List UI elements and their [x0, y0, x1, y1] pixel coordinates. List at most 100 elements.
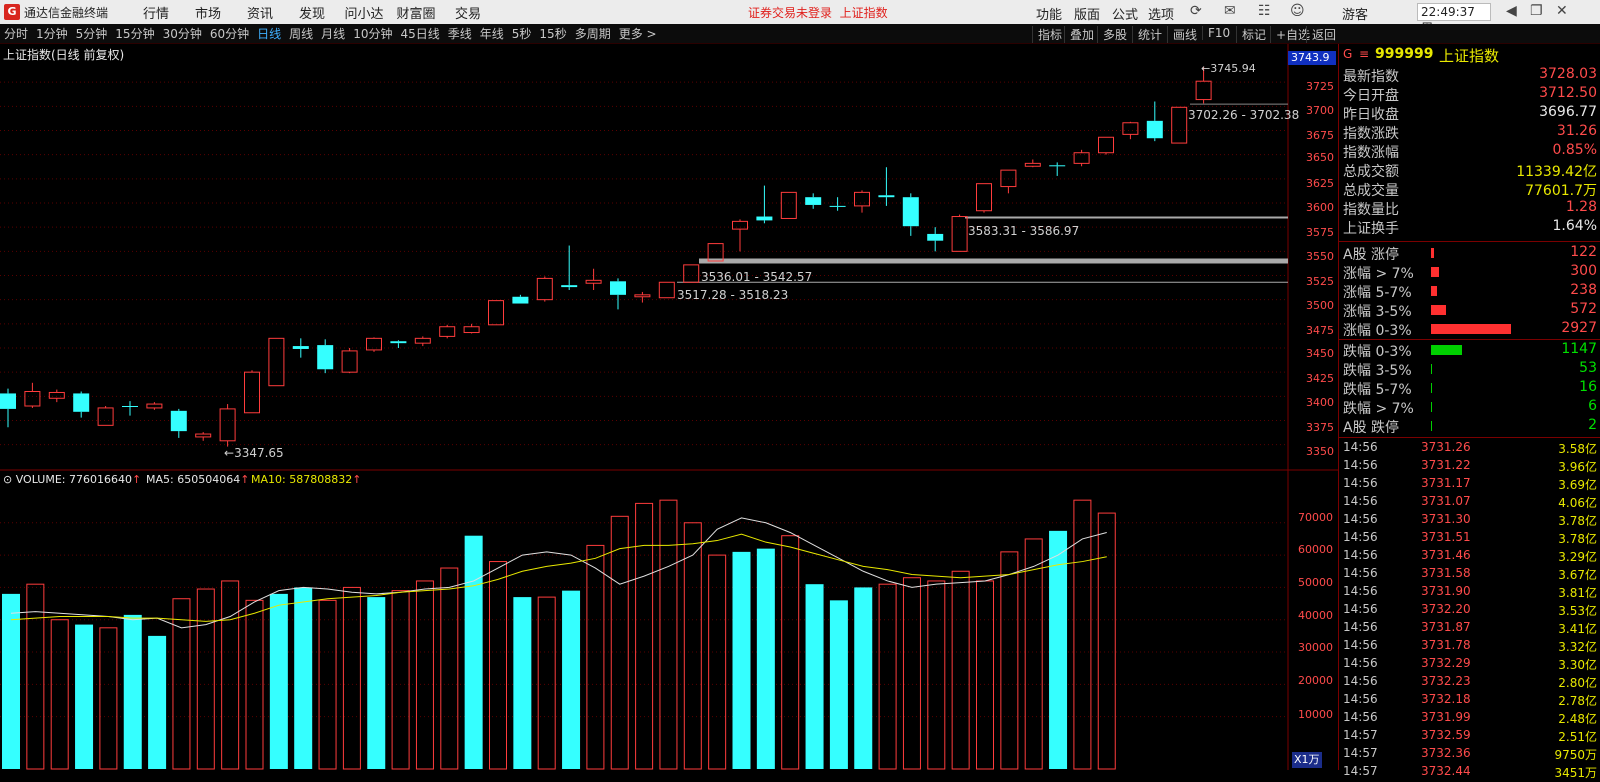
- candle-body: [951, 216, 968, 252]
- menu-icon[interactable]: ≡: [1359, 47, 1369, 61]
- tick-row[interactable]: 14:57 3732.59 2.51亿: [1339, 728, 1600, 746]
- quote-value: 11339.42亿: [1516, 164, 1597, 180]
- menu-discover[interactable]: 发现: [290, 3, 334, 22]
- tab-intraday[interactable]: 分时: [0, 25, 32, 42]
- tick-row[interactable]: 14:56 3731.30 3.78亿: [1339, 512, 1600, 530]
- tab-15min[interactable]: 15分钟: [111, 25, 158, 42]
- tick-price: 3731.30: [1421, 512, 1471, 526]
- breadth-row: 涨幅 3-5% 572: [1339, 301, 1600, 320]
- menu-formula[interactable]: 公式: [1112, 4, 1138, 23]
- tick-row[interactable]: 14:56 3731.22 3.96亿: [1339, 458, 1600, 476]
- tick-row[interactable]: 14:56 3731.17 3.69亿: [1339, 476, 1600, 494]
- tab-5sec[interactable]: 5秒: [508, 25, 536, 42]
- tick-row[interactable]: 14:56 3731.90 3.81亿: [1339, 584, 1600, 602]
- btn-statistics[interactable]: 统计: [1132, 26, 1162, 43]
- btn-multi-stock[interactable]: 多股: [1097, 26, 1127, 43]
- tab-monthly[interactable]: 月线: [317, 25, 349, 42]
- tab-daily[interactable]: 日线: [253, 25, 285, 42]
- menu-layout[interactable]: 版面: [1074, 4, 1100, 23]
- tick-row[interactable]: 14:56 3732.18 2.78亿: [1339, 692, 1600, 710]
- user-label[interactable]: 游客: [1342, 4, 1368, 23]
- login-warning[interactable]: 证券交易未登录 上证指数: [748, 4, 888, 21]
- breadth-row: 涨幅 0-3% 2927: [1339, 320, 1600, 339]
- tick-row[interactable]: 14:56 3731.78 3.32亿: [1339, 638, 1600, 656]
- tick-time: 14:56: [1343, 476, 1378, 490]
- tick-row[interactable]: 14:57 3732.36 9750万: [1339, 746, 1600, 764]
- btn-indicator[interactable]: 指标: [1032, 26, 1062, 43]
- kline-chart-svg[interactable]: [0, 44, 1338, 770]
- user-icon[interactable]: ☺: [1290, 3, 1305, 19]
- tick-amount: 2.48亿: [1558, 712, 1597, 726]
- tab-60min[interactable]: 60分钟: [206, 25, 253, 42]
- title-bar: G 通达信金融终端 行情 市场 资讯 发现 问小达 财富圈 交易 证券交易未登录…: [0, 0, 1600, 35]
- menu-ask[interactable]: 问小达: [342, 3, 386, 22]
- tick-row[interactable]: 14:56 3732.23 2.80亿: [1339, 674, 1600, 692]
- close-window-icon[interactable]: ✕: [1556, 3, 1568, 19]
- tick-time: 14:56: [1343, 548, 1378, 562]
- tab-1min[interactable]: 1分钟: [32, 25, 72, 42]
- tick-row[interactable]: 14:56 3731.51 3.78亿: [1339, 530, 1600, 548]
- tick-row[interactable]: 14:57 3732.44 3451万: [1339, 764, 1600, 782]
- volume-bar: [562, 590, 581, 769]
- menu-options[interactable]: 选项: [1148, 4, 1174, 23]
- volume-bar: [269, 593, 288, 769]
- price-tick: 3375: [1306, 421, 1334, 434]
- tick-amount: 3.67亿: [1558, 568, 1597, 582]
- chart-area[interactable]: 上证指数(日线 前复权) ←3745.94 ←3347.65 3702.26 -…: [0, 44, 1338, 770]
- btn-mark[interactable]: 标记: [1236, 26, 1266, 43]
- tick-price: 3732.23: [1421, 674, 1471, 688]
- tick-row[interactable]: 14:56 3731.26 3.58亿: [1339, 440, 1600, 458]
- tab-more[interactable]: 更多 >: [615, 25, 661, 42]
- btn-f10[interactable]: F10: [1202, 26, 1230, 40]
- app-logo-icon: G: [4, 4, 20, 20]
- contacts-icon[interactable]: ☷: [1258, 3, 1271, 19]
- menu-trade[interactable]: 交易: [446, 3, 490, 22]
- tick-price: 3732.20: [1421, 602, 1471, 616]
- btn-return[interactable]: 返回: [1306, 26, 1336, 43]
- volume-unit[interactable]: X1万: [1292, 752, 1322, 768]
- tick-row[interactable]: 14:56 3731.87 3.41亿: [1339, 620, 1600, 638]
- menu-wealth[interactable]: 财富圈: [394, 3, 438, 22]
- quote-label: 总成交量: [1343, 183, 1399, 199]
- refresh-icon[interactable]: ⟳: [1190, 3, 1202, 19]
- menu-function[interactable]: 功能: [1036, 4, 1062, 23]
- tab-15sec[interactable]: 15秒: [535, 25, 570, 42]
- menu-news[interactable]: 资讯: [238, 3, 282, 22]
- volume-bar: [708, 554, 727, 770]
- restore-window-icon[interactable]: ❐: [1530, 3, 1543, 19]
- breadth-bar: [1431, 324, 1511, 334]
- tick-row[interactable]: 14:56 3731.07 4.06亿: [1339, 494, 1600, 512]
- candle-body: [878, 195, 895, 198]
- btn-overlay[interactable]: 叠加: [1064, 26, 1094, 43]
- tick-row[interactable]: 14:56 3731.46 3.29亿: [1339, 548, 1600, 566]
- volume-bar: [415, 580, 434, 770]
- tick-row[interactable]: 14:56 3731.58 3.67亿: [1339, 566, 1600, 584]
- tick-row[interactable]: 14:56 3732.29 3.30亿: [1339, 656, 1600, 674]
- tick-row[interactable]: 14:56 3732.20 3.53亿: [1339, 602, 1600, 620]
- btn-add-watchlist[interactable]: +自选: [1270, 26, 1310, 43]
- volume-tick: 50000: [1298, 576, 1333, 589]
- tab-weekly[interactable]: 周线: [285, 25, 317, 42]
- volume-bar: [172, 598, 191, 770]
- back-arrow-icon[interactable]: ◀: [1506, 3, 1517, 19]
- menu-market[interactable]: 市场: [186, 3, 230, 22]
- message-icon[interactable]: ✉: [1224, 3, 1236, 19]
- tab-multi-period[interactable]: 多周期: [571, 25, 615, 42]
- quote-row: 总成交额 11339.42亿: [1339, 161, 1600, 180]
- tab-45day[interactable]: 45日线: [396, 25, 443, 42]
- security-code: 999999: [1375, 46, 1434, 62]
- tab-quarterly[interactable]: 季线: [444, 25, 476, 42]
- tab-10min[interactable]: 10分钟: [349, 25, 396, 42]
- tab-yearly[interactable]: 年线: [476, 25, 508, 42]
- tab-30min[interactable]: 30分钟: [159, 25, 206, 42]
- quote-row: 上证换手 1.64%: [1339, 218, 1600, 237]
- menu-quotes[interactable]: 行情: [134, 3, 178, 22]
- tick-time: 14:57: [1343, 746, 1378, 760]
- btn-draw-line[interactable]: 画线: [1167, 26, 1197, 43]
- breadth-value: 53: [1579, 360, 1597, 376]
- tab-5min[interactable]: 5分钟: [72, 25, 112, 42]
- candle-body: [146, 403, 163, 409]
- tick-price: 3731.46: [1421, 548, 1471, 562]
- tick-row[interactable]: 14:56 3731.99 2.48亿: [1339, 710, 1600, 728]
- volume-bar: [1073, 499, 1092, 770]
